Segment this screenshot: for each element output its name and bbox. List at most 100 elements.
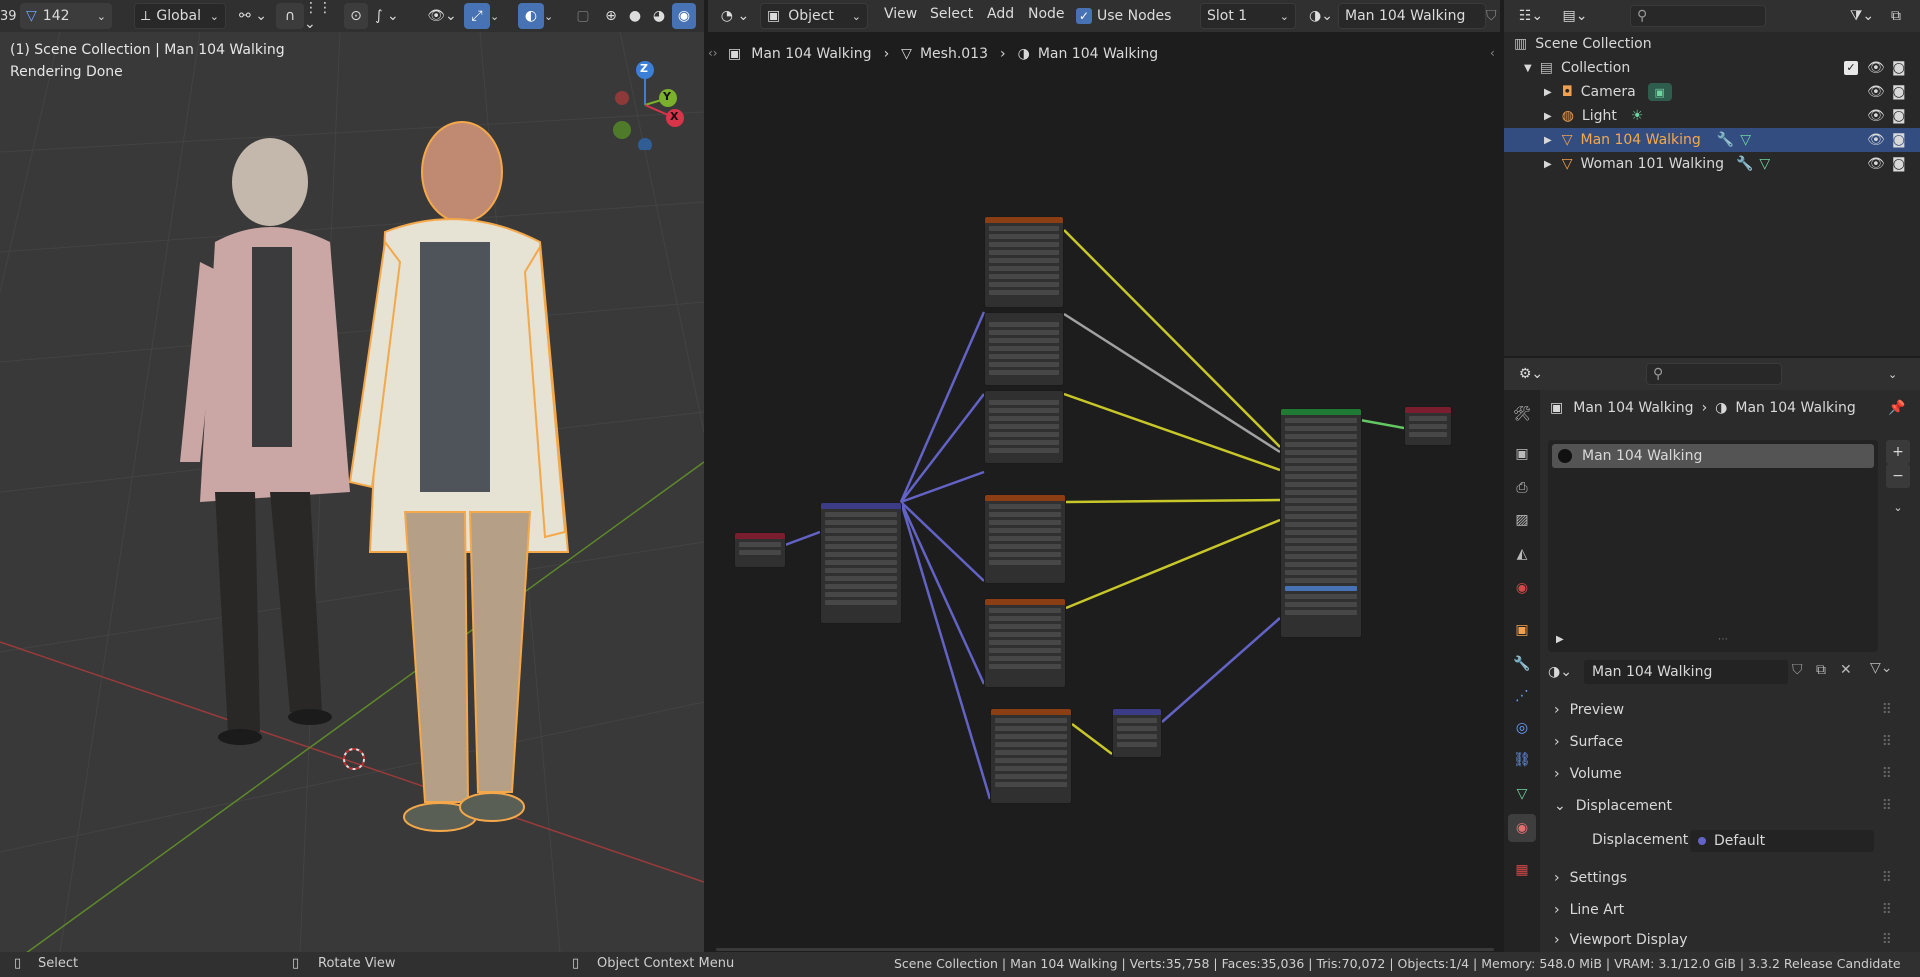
unlink-material-icon[interactable]: ✕ (1840, 662, 1852, 678)
menu-add[interactable]: Add (987, 6, 1014, 22)
particles-tab-icon[interactable]: ⋰ (1508, 682, 1536, 710)
output-tab-icon[interactable]: ⎙ (1508, 474, 1536, 502)
menu-view[interactable]: View (884, 6, 917, 22)
duplicate-material-icon[interactable]: ⧉ (1816, 662, 1826, 678)
material-tab-icon[interactable]: ◉ (1508, 814, 1536, 842)
use-nodes-checkbox[interactable]: ✓ (1076, 8, 1092, 24)
menu-node[interactable]: Node (1028, 6, 1065, 22)
material-browse-button[interactable]: ◑⌄ (1304, 3, 1338, 29)
link-mode-dropdown[interactable]: ▽⌄ (1870, 660, 1893, 676)
gizmo-dropdown[interactable]: ⌄ (490, 3, 504, 29)
drag-handle-icon[interactable]: ⠿ (1882, 734, 1892, 750)
panel-viewport-display[interactable]: › Viewport Display ⠿ (1544, 926, 1902, 952)
pivot-button[interactable]: ⚯ ⌄ (236, 3, 270, 29)
eye-icon[interactable]: 👁 (1867, 108, 1885, 124)
data-tab-icon[interactable]: ▽ (1508, 780, 1536, 808)
use-nodes-toggle[interactable]: ✓ Use Nodes (1076, 3, 1176, 29)
node-editor-scrollbar[interactable] (716, 948, 1494, 951)
filter-button[interactable]: ⧩⌄ (1846, 3, 1878, 29)
drag-handle-icon[interactable]: ⠿ (1882, 902, 1892, 918)
add-slot-button[interactable]: + (1886, 440, 1910, 464)
modifier-tab-icon[interactable]: 🔧 (1508, 650, 1536, 678)
panel-settings[interactable]: › Settings ⠿ (1544, 862, 1902, 892)
object-mode-dropdown[interactable]: ▣ Object ⌄ (760, 3, 868, 29)
node-image-texture-base-color[interactable] (984, 216, 1064, 308)
material-browse-dropdown[interactable]: ◑⌄ (1548, 660, 1582, 684)
eye-icon[interactable]: 👁 (1867, 60, 1885, 76)
gizmo-button[interactable]: ⤢ (464, 3, 490, 29)
node-image-texture-specular[interactable] (984, 494, 1066, 584)
panel-line-art[interactable]: › Line Art ⠿ (1544, 894, 1902, 924)
tool-tab-icon[interactable]: 🛠 (1508, 400, 1536, 428)
camera-render-icon[interactable]: ◙ (1892, 108, 1906, 124)
camera-render-icon[interactable]: ◙ (1892, 132, 1906, 148)
drag-handle-icon[interactable]: ⠿ (1882, 766, 1892, 782)
render-tab-icon[interactable]: ▣ (1508, 440, 1536, 468)
material-slot-item[interactable]: Man 104 Walking (1552, 444, 1874, 468)
properties-editor-type[interactable]: ⚙⌄ (1514, 361, 1548, 387)
material-datablock-field[interactable]: Man 104 Walking (1584, 660, 1788, 684)
node-normal-map[interactable] (1112, 708, 1162, 758)
panel-displacement[interactable]: ⌄ Displacement ⠿ (1544, 790, 1902, 820)
outliner-collection[interactable]: ▼ ▤ Collection ✓ 👁 ◙ (1504, 56, 1920, 80)
visibility-button[interactable]: 👁⌄ (422, 3, 462, 29)
eye-icon[interactable]: 👁 (1867, 156, 1885, 172)
shading-rendered-button[interactable]: ◉ (672, 3, 696, 29)
node-editor[interactable]: ▣ Man 104 Walking › ▽ Mesh.013 › ◑ Man 1… (708, 32, 1500, 952)
drag-handle-icon[interactable]: ⠿ (1882, 932, 1892, 948)
outliner-item-man[interactable]: ▶ ▽ Man 104 Walking 🔧 ▽ 👁 ◙ (1504, 128, 1920, 152)
outliner-item-light[interactable]: ▶ ◍ Light ☀ 👁 ◙ (1504, 104, 1920, 128)
slot-specials-button[interactable]: ⌄ (1886, 496, 1910, 520)
overlay-button[interactable]: ◐ (518, 3, 544, 29)
expand-arrow-icon[interactable]: ▶ (1544, 159, 1552, 170)
display-mode-button[interactable]: ▤⌄ (1558, 3, 1592, 29)
node-image-texture-roughness[interactable] (984, 598, 1066, 688)
drag-handle-icon[interactable]: ⠿ (1882, 870, 1892, 886)
overlay-dropdown[interactable]: ⌄ (544, 3, 558, 29)
world-tab-icon[interactable]: ◉ (1508, 574, 1536, 602)
menu-select[interactable]: Select (930, 6, 973, 22)
fake-user-button[interactable]: ⛉ (1486, 3, 1500, 29)
texture-tab-icon[interactable]: ▦ (1508, 856, 1536, 884)
remove-slot-button[interactable]: − (1886, 464, 1910, 488)
editor-type-button[interactable]: ◔ ⌄ (718, 3, 752, 29)
camera-render-icon[interactable]: ◙ (1892, 60, 1906, 76)
expand-list-icon[interactable]: ▶ (1556, 634, 1564, 645)
outliner-item-woman[interactable]: ▶ ▽ Woman 101 Walking 🔧 ▽ 👁 ◙ (1504, 152, 1920, 176)
outliner-editor-type[interactable]: ☷⌄ (1514, 3, 1548, 29)
node-image-texture-normal[interactable] (990, 708, 1072, 804)
slot-dropdown[interactable]: Slot 1 ⌄ (1200, 3, 1296, 29)
panel-surface[interactable]: › Surface ⠿ (1544, 726, 1902, 756)
properties-search-input[interactable]: ⚲ (1646, 363, 1782, 385)
navigation-gizmo[interactable]: Z Y X (600, 50, 690, 150)
checkbox-icon[interactable]: ✓ (1844, 61, 1858, 75)
scene-tab-icon[interactable]: ◭ (1508, 540, 1536, 568)
drag-handle-icon[interactable]: ⠿ (1882, 702, 1892, 718)
snap-target-button[interactable]: ⋮⋮ ⌄ (304, 0, 338, 32)
panel-volume[interactable]: › Volume ⠿ (1544, 758, 1902, 788)
node-uv-map[interactable] (734, 532, 786, 568)
new-collection-button[interactable]: ⧉ (1884, 3, 1908, 29)
material-slot-list[interactable] (1548, 440, 1878, 652)
material-name-field[interactable]: Man 104 Walking (1338, 3, 1486, 29)
camera-render-icon[interactable]: ◙ (1892, 156, 1906, 172)
list-resize-handle[interactable]: ⋯ (1718, 634, 1728, 645)
orientation-dropdown[interactable]: ⟂ Global ⌄ (134, 3, 226, 29)
vertex-count-button[interactable]: ▽ 142 ⌄ (20, 3, 112, 29)
node-principled-bsdf[interactable] (1280, 408, 1362, 638)
outliner-search-input[interactable]: ⚲ (1630, 5, 1766, 27)
node-material-output[interactable] (1404, 406, 1452, 446)
eye-icon[interactable]: 👁 (1867, 84, 1885, 100)
outliner-item-camera[interactable]: ▶ ◘ Camera ▣ 👁 ◙ (1504, 80, 1920, 104)
eye-icon[interactable]: 👁 (1867, 132, 1885, 148)
viewport-3d[interactable]: (1) Scene Collection | Man 104 Walking R… (0, 32, 704, 952)
node-image-texture-second[interactable] (984, 390, 1064, 464)
proportional-edit-button[interactable]: ⊙ (344, 3, 368, 29)
physics-tab-icon[interactable]: ◎ (1508, 714, 1536, 742)
camera-render-icon[interactable]: ◙ (1892, 84, 1906, 100)
drag-handle-icon[interactable]: ⠿ (1882, 798, 1892, 814)
collapse-arrow-icon[interactable]: ▼ (1524, 63, 1532, 74)
shading-wireframe-button[interactable]: ⊕ (600, 3, 622, 29)
properties-options-button[interactable]: ⌄ (1888, 361, 1908, 387)
expand-arrow-icon[interactable]: ▶ (1544, 87, 1552, 98)
